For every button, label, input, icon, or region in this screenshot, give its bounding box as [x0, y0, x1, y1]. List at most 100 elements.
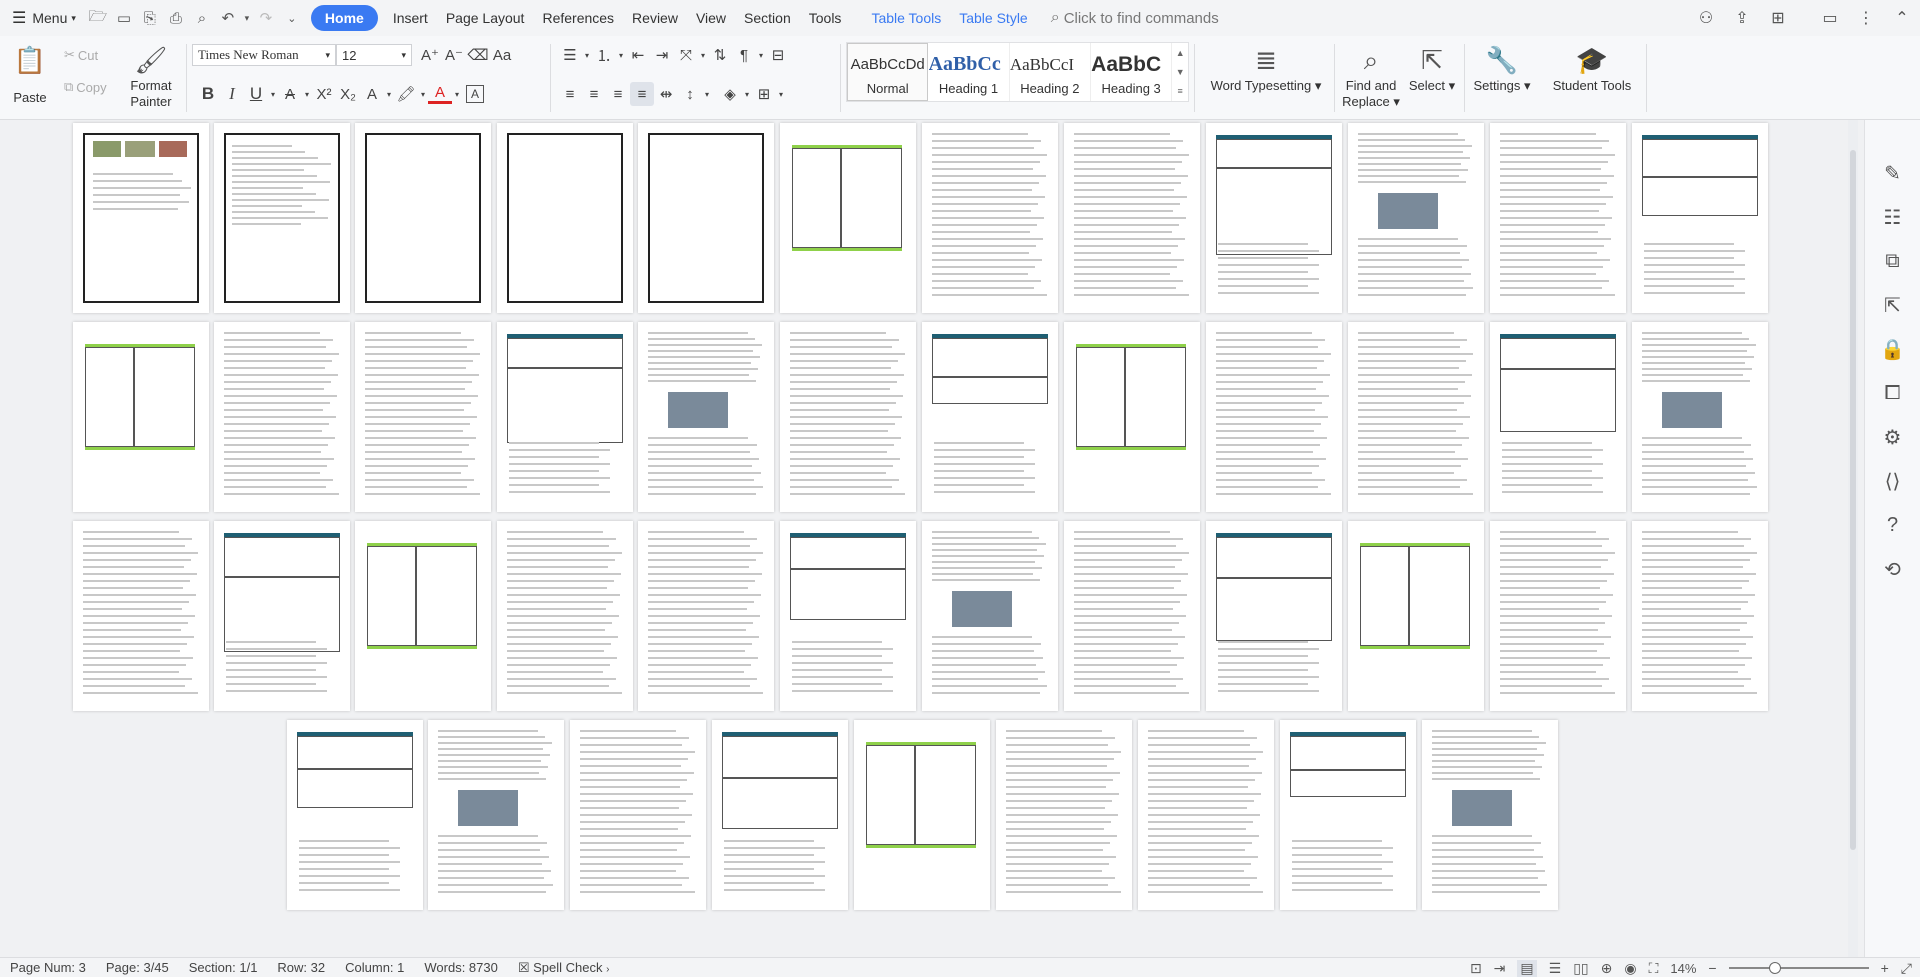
page-thumbnail[interactable]: [780, 521, 916, 711]
tab-references[interactable]: References: [533, 4, 623, 32]
style-heading-1[interactable]: AaBbCc Heading 1: [928, 43, 1010, 101]
page-thumbnail[interactable]: [355, 322, 491, 512]
font-name-select[interactable]: Times New Roman ▾: [192, 44, 336, 66]
more-share-icon[interactable]: ⊞: [1760, 8, 1796, 28]
styles-scroll[interactable]: ▲ ▼ ≡: [1172, 43, 1188, 101]
tab-insert[interactable]: Insert: [384, 4, 437, 32]
cursor-icon[interactable]: ⇱: [1878, 290, 1908, 320]
numbered-list-dropdown-icon[interactable]: ▾: [616, 43, 626, 67]
row-status[interactable]: Row: 32: [267, 960, 335, 975]
style-panel-icon[interactable]: ☷: [1878, 202, 1908, 232]
justify-icon[interactable]: ≡: [630, 82, 654, 106]
format-icon[interactable]: ⧉: [1878, 246, 1908, 276]
print-icon[interactable]: ⎙: [163, 4, 189, 32]
tab-section[interactable]: Section: [735, 4, 800, 32]
select-button[interactable]: ⇱ Select ▾: [1406, 42, 1458, 94]
pen-icon[interactable]: ✎: [1878, 158, 1908, 188]
page-thumbnail[interactable]: [1490, 322, 1626, 512]
page-thumbnail[interactable]: [1206, 521, 1342, 711]
style-heading-2[interactable]: AaBbCcI Heading 2: [1010, 43, 1091, 101]
customize-toolbar-icon[interactable]: ⌄: [279, 4, 305, 32]
menu-button[interactable]: ☰ Menu ▾: [0, 4, 85, 32]
find-replace-button[interactable]: ⌕ Find and Replace ▾: [1340, 42, 1402, 110]
page-thumbnail[interactable]: [214, 521, 350, 711]
page-thumbnail[interactable]: [570, 720, 706, 910]
character-border-icon[interactable]: A: [466, 85, 484, 103]
page-num-status[interactable]: Page Num: 3: [0, 960, 96, 975]
text-effect-dropdown-icon[interactable]: ▾: [384, 82, 394, 106]
page-thumbnail[interactable]: [638, 521, 774, 711]
collapse-ribbon-icon[interactable]: ⌃: [1884, 8, 1920, 28]
book-view-icon[interactable]: ▯▯: [1573, 960, 1588, 977]
help-icon[interactable]: ?: [1878, 510, 1908, 540]
sort-icon[interactable]: ⇅: [708, 43, 732, 67]
distributed-icon[interactable]: ⇹: [654, 82, 678, 106]
cut-button[interactable]: ✂ Cut: [64, 44, 98, 66]
page-thumbnail[interactable]: [638, 322, 774, 512]
outline-view-icon[interactable]: ☰: [1549, 960, 1562, 977]
save-icon[interactable]: ▭: [111, 4, 137, 32]
page-thumbnail[interactable]: [1490, 123, 1626, 313]
numbered-list-icon[interactable]: ⒈: [592, 43, 616, 67]
student-tools-button[interactable]: 🎓 Student Tools: [1544, 42, 1640, 94]
export-pdf-icon[interactable]: ⎘: [137, 4, 163, 32]
history-icon[interactable]: ⟲: [1878, 554, 1908, 584]
page-thumbnail[interactable]: [1206, 123, 1342, 313]
page-thumbnail[interactable]: [638, 123, 774, 313]
font-color-dropdown-icon[interactable]: ▾: [452, 82, 462, 106]
settings-button[interactable]: 🔧 Settings ▾: [1470, 42, 1534, 94]
format-painter-button[interactable]: 🖌 Format Painter: [128, 42, 174, 110]
paste-button[interactable]: 📋 Paste: [10, 42, 50, 106]
tab-table-tools[interactable]: Table Tools: [862, 4, 950, 32]
italic-icon[interactable]: I: [220, 82, 244, 106]
page-thumbnail[interactable]: [712, 720, 848, 910]
borders-dropdown-icon[interactable]: ▾: [776, 82, 786, 106]
page-thumbnail[interactable]: [996, 720, 1132, 910]
page-thumbnail[interactable]: [1138, 720, 1274, 910]
redo-icon[interactable]: ↷: [253, 4, 279, 32]
words-status[interactable]: Words: 8730: [414, 960, 507, 975]
tab-home[interactable]: Home: [310, 5, 378, 31]
undo-dropdown-icon[interactable]: ▾: [241, 4, 253, 32]
code-icon[interactable]: ⟨⟩: [1878, 466, 1908, 496]
word-typesetting-button[interactable]: ≣ Word Typesetting ▾: [1206, 42, 1326, 94]
page-status[interactable]: Page: 3/45: [96, 960, 179, 975]
page-thumbnail[interactable]: [780, 123, 916, 313]
comment-icon[interactable]: ▭: [1812, 8, 1848, 28]
zoom-out-icon[interactable]: −: [1708, 960, 1716, 976]
align-right-icon[interactable]: ≡: [606, 82, 630, 106]
align-left-icon[interactable]: ≡: [558, 82, 582, 106]
zoom-level[interactable]: 14%: [1670, 961, 1696, 976]
page-thumbnail[interactable]: [1422, 720, 1558, 910]
expand-icon[interactable]: ≡: [1178, 86, 1183, 96]
show-marks-icon[interactable]: ¶: [732, 43, 756, 67]
strikethrough-dropdown-icon[interactable]: ▾: [302, 82, 312, 106]
zoom-slider[interactable]: [1728, 962, 1869, 974]
shading-dropdown-icon[interactable]: ▾: [742, 82, 752, 106]
highlight-icon[interactable]: 🖍: [394, 82, 418, 106]
bullet-list-icon[interactable]: ☰: [558, 43, 582, 67]
page-thumbnail[interactable]: [355, 123, 491, 313]
bold-icon[interactable]: B: [196, 82, 220, 106]
share-icon[interactable]: ⇪: [1724, 8, 1760, 28]
style-normal[interactable]: AaBbCcDd Normal: [847, 43, 929, 101]
underline-dropdown-icon[interactable]: ▾: [268, 82, 278, 106]
reading-mode-icon[interactable]: ⇥: [1494, 960, 1506, 977]
settings-sliders-icon[interactable]: ⚙: [1878, 422, 1908, 452]
page-thumbnail[interactable]: [497, 521, 633, 711]
text-effect-icon[interactable]: A: [360, 82, 384, 106]
document-area[interactable]: [0, 120, 1848, 957]
page-thumbnail[interactable]: [287, 720, 423, 910]
shading-icon[interactable]: ◈: [718, 82, 742, 106]
vertical-scrollbar[interactable]: [1848, 120, 1858, 957]
page-thumbnail[interactable]: [428, 720, 564, 910]
increase-font-icon[interactable]: A⁺: [418, 43, 442, 67]
clear-format-icon[interactable]: ⌫: [466, 43, 490, 67]
zoom-in-icon[interactable]: +: [1881, 960, 1889, 976]
bullet-list-dropdown-icon[interactable]: ▾: [582, 43, 592, 67]
superscript-icon[interactable]: X²: [312, 82, 336, 106]
tab-leader-icon[interactable]: ⊟: [766, 43, 790, 67]
open-folder-icon[interactable]: 🗁: [85, 4, 111, 32]
compare-icon[interactable]: ⧠: [1878, 378, 1908, 408]
page-thumbnail[interactable]: [854, 720, 990, 910]
